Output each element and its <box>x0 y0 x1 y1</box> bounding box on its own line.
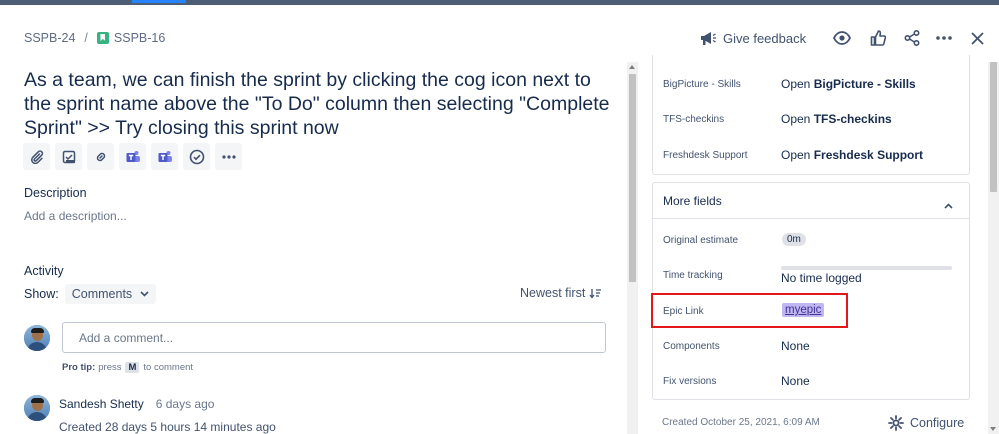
issue-title[interactable]: As a team, we can finish the sprint by c… <box>24 68 616 140</box>
link-icon <box>96 152 105 161</box>
like-icon <box>870 30 886 46</box>
breadcrumb-parent[interactable]: SSPB-24 <box>24 31 75 45</box>
eye-icon <box>833 31 851 45</box>
app-link-bigpicture[interactable]: Open BigPicture - Skills <box>781 77 916 91</box>
gear-icon <box>888 415 904 431</box>
attach-icon <box>30 149 43 164</box>
attach-button[interactable] <box>23 143 50 170</box>
configure-button[interactable]: Configure <box>888 415 964 431</box>
app-link-freshdesk[interactable]: Open Freshdesk Support <box>781 148 923 162</box>
child-issue-icon <box>62 150 75 163</box>
history-author: Sandesh Shetty 6 days ago <box>59 397 214 411</box>
open-prefix: Open <box>781 148 811 162</box>
description-label: Description <box>24 186 87 200</box>
pro-tip-press: press <box>98 362 122 373</box>
app-target: Freshdesk Support <box>813 148 924 162</box>
close-button[interactable] <box>965 26 989 50</box>
active-nav-indicator <box>132 0 186 3</box>
chevron-up-icon <box>944 203 953 209</box>
give-feedback-button[interactable]: Give feedback <box>700 26 806 50</box>
vote-button[interactable] <box>866 26 890 50</box>
author-avatar <box>24 395 50 421</box>
open-prefix: Open <box>781 112 811 126</box>
more-fields-card <box>652 182 970 400</box>
teams-button-2[interactable] <box>151 143 178 170</box>
story-icon <box>96 32 109 44</box>
history-time: 6 days ago <box>155 397 215 411</box>
chevron-down-icon <box>140 291 149 297</box>
issue-toolbar <box>23 143 242 170</box>
fix-versions-value[interactable]: None <box>781 374 810 388</box>
current-user-avatar <box>24 325 50 351</box>
app-target: BigPicture - Skills <box>813 77 916 91</box>
description-placeholder[interactable]: Add a description... <box>24 209 127 223</box>
scroll-up-arrow[interactable] <box>629 65 635 69</box>
original-estimate-value[interactable]: 0m <box>782 233 806 246</box>
activity-filter-dropdown[interactable]: Comments <box>64 284 157 304</box>
sort-icon <box>589 288 602 299</box>
time-tracking-label: Time tracking <box>663 270 723 281</box>
main-scrollbar[interactable] <box>627 62 638 434</box>
top-navigation-bar <box>0 0 999 5</box>
original-estimate-label: Original estimate <box>663 235 739 246</box>
check-circle-icon <box>189 149 204 164</box>
more-fields-header[interactable]: More fields <box>663 194 722 208</box>
share-button[interactable] <box>900 26 924 50</box>
card-divider <box>653 218 969 219</box>
created-date: Created October 25, 2021, 6:09 AM <box>662 417 820 428</box>
add-child-issue-button[interactable] <box>55 143 82 170</box>
check-button[interactable] <box>183 143 210 170</box>
epic-link-label: Epic Link <box>663 306 704 317</box>
sort-order-button[interactable]: Newest first <box>520 286 602 300</box>
fix-versions-label: Fix versions <box>663 376 717 387</box>
app-link-tfs[interactable]: Open TFS-checkins <box>781 112 892 126</box>
scroll-down-arrow[interactable] <box>990 427 996 431</box>
sort-order-label: Newest first <box>520 286 586 300</box>
components-value[interactable]: None <box>781 339 810 353</box>
share-icon <box>904 30 920 46</box>
time-tracking-bar[interactable] <box>781 266 952 270</box>
open-prefix: Open <box>781 77 811 91</box>
teams-icon <box>158 150 172 162</box>
panel-scrollbar-thumb[interactable] <box>990 62 997 192</box>
more-icon <box>221 154 236 159</box>
teams-icon <box>126 150 140 162</box>
activity-label: Activity <box>24 264 64 278</box>
give-feedback-label: Give feedback <box>723 30 807 46</box>
show-label: Show: <box>24 287 59 301</box>
author-name[interactable]: Sandesh Shetty <box>59 397 144 411</box>
epic-link-value[interactable]: myepic <box>782 303 825 317</box>
pro-tip-rest: to comment <box>143 362 194 373</box>
activity-filter-value: Comments <box>71 287 133 301</box>
breadcrumb: SSPB-24 / SSPB-16 <box>24 31 165 45</box>
panel-scrollbar[interactable] <box>988 62 999 434</box>
app-label-tfs: TFS-checkins <box>663 114 725 125</box>
components-label: Components <box>663 341 720 352</box>
link-issue-button[interactable] <box>87 143 114 170</box>
more-apps-button[interactable] <box>215 143 242 170</box>
collapse-button[interactable] <box>944 196 953 214</box>
watch-button[interactable] <box>830 26 854 50</box>
history-entry: Created 28 days 5 hours 14 minutes ago <box>59 420 276 434</box>
app-target: TFS-checkins <box>813 112 892 126</box>
shortcut-key: M <box>125 362 140 373</box>
activity-filter: Show: Comments <box>24 284 157 304</box>
megaphone-icon <box>701 31 716 45</box>
pro-tip-label: Pro tip: <box>62 362 96 373</box>
add-comment-input[interactable]: Add a comment... <box>62 322 606 353</box>
breadcrumb-current[interactable]: SSPB-16 <box>114 31 165 45</box>
pro-tip: Pro tip: press M to comment <box>62 362 193 373</box>
more-actions-button[interactable] <box>932 26 956 50</box>
app-label-bigpicture: BigPicture - Skills <box>663 79 741 90</box>
scrollbar-thumb[interactable] <box>629 74 636 282</box>
time-tracking-value: No time logged <box>781 271 862 285</box>
close-icon <box>970 31 984 45</box>
teams-button[interactable] <box>119 143 146 170</box>
breadcrumb-separator: / <box>84 31 88 45</box>
configure-label: Configure <box>910 416 965 430</box>
more-icon <box>936 36 952 40</box>
app-label-freshdesk: Freshdesk Support <box>663 150 748 161</box>
